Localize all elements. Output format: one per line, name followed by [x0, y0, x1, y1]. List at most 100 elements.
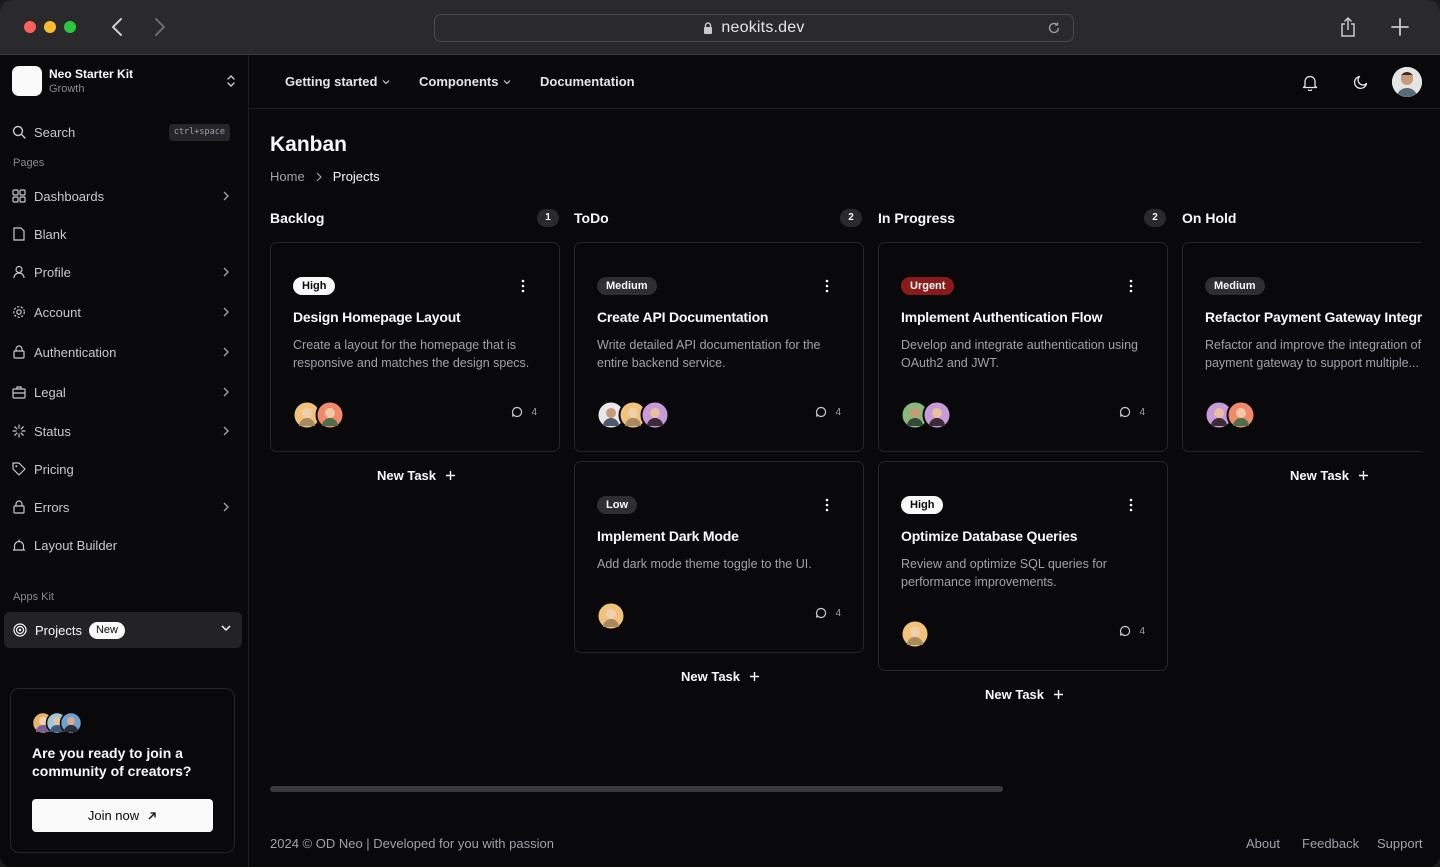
comment-count[interactable]: 4 [815, 607, 841, 619]
task-description: Develop and integrate authentication usi… [901, 338, 1138, 370]
sidebar-item-legal[interactable]: Legal [12, 380, 234, 404]
address-bar[interactable]: neokits.dev [434, 14, 1074, 42]
sidebar-search[interactable]: Search ctrl+space [12, 121, 232, 143]
task-title: Refactor Payment Gateway Integration [1205, 309, 1422, 325]
footer-about-link[interactable]: About [1246, 836, 1280, 851]
sidebar-item-label: Projects [35, 622, 82, 638]
more-vertical-icon[interactable] [1129, 498, 1133, 512]
nav-documentation[interactable]: Documentation [540, 74, 635, 89]
bell-icon[interactable] [1299, 71, 1321, 93]
sidebar-item-label: Profile [34, 264, 71, 280]
assignee-avatars [596, 400, 677, 430]
share-icon[interactable] [1337, 16, 1359, 38]
task-description: Add dark mode theme toggle to the UI. [597, 557, 812, 571]
task-card[interactable]: Low Implement Dark Mode Add dark mode th… [574, 461, 864, 653]
search-label: Search [34, 124, 76, 140]
new-tab-icon[interactable] [1389, 16, 1411, 38]
comment-icon [1120, 625, 1131, 637]
chevron-right-icon [223, 267, 229, 277]
new-task-button[interactable]: New Task [985, 687, 1064, 702]
sidebar-item-blank[interactable]: Blank [12, 222, 234, 246]
breadcrumb-home[interactable]: Home [270, 169, 305, 184]
chevron-right-icon [223, 387, 229, 397]
join-now-button[interactable]: Join now [32, 799, 213, 832]
forward-arrow-icon[interactable] [148, 15, 172, 39]
priority-badge: High [293, 277, 336, 295]
new-task-label: New Task [681, 669, 741, 684]
comment-count[interactable]: 4 [1119, 625, 1145, 637]
plus-icon [1054, 690, 1064, 699]
horizontal-scrollbar[interactable] [270, 786, 1003, 792]
reload-icon[interactable] [1047, 21, 1061, 35]
moon-icon[interactable] [1350, 71, 1372, 93]
comment-icon [512, 406, 523, 418]
footer-copyright: 2024 © OD Neo | Developed for you with p… [270, 836, 554, 851]
more-vertical-icon[interactable] [825, 498, 829, 512]
task-title: Create API Documentation [597, 309, 769, 325]
back-arrow-icon[interactable] [105, 15, 129, 39]
task-card[interactable]: Medium Create API Documentation Write de… [574, 242, 864, 452]
column-title: ToDo [574, 210, 609, 226]
more-vertical-icon[interactable] [825, 279, 829, 293]
sidebar-item-label: Account [34, 304, 81, 320]
nav-getting-started[interactable]: Getting started [285, 74, 390, 89]
user-avatar[interactable] [1392, 67, 1422, 97]
sidebar-item-status[interactable]: Status [12, 419, 234, 443]
task-card[interactable]: High Optimize Database Queries Review an… [878, 461, 1168, 671]
chevron-right-icon [223, 502, 229, 512]
chevron-down-icon [383, 79, 390, 84]
sidebar-item-errors[interactable]: Errors [12, 495, 234, 519]
new-task-button[interactable]: New Task [377, 468, 456, 483]
task-card[interactable]: Medium Refactor Payment Gateway Integrat… [1182, 242, 1422, 452]
sidebar-item-authentication[interactable]: Authentication [12, 340, 234, 364]
footer-feedback-link[interactable]: Feedback [1302, 836, 1359, 851]
task-description: Refactor and improve the integration of … [1205, 338, 1422, 370]
sidebar-item-dashboards[interactable]: Dashboards [12, 184, 234, 208]
sidebar-item-profile[interactable]: Profile [12, 260, 234, 284]
comment-count[interactable]: 4 [511, 406, 537, 418]
close-window-button[interactable] [24, 21, 36, 33]
chevrons-up-down-icon [227, 75, 235, 87]
column-title: Backlog [270, 210, 325, 226]
sidebar-item-account[interactable]: Account [12, 300, 234, 324]
chevron-down-icon [504, 79, 511, 84]
chevron-right-icon [316, 172, 322, 181]
footer-support-link[interactable]: Support [1377, 836, 1423, 851]
maximize-window-button[interactable] [64, 21, 76, 33]
task-card[interactable]: Urgent Implement Authentication Flow Dev… [878, 242, 1168, 452]
minimize-window-button[interactable] [44, 21, 56, 33]
brand-plan: Growth [49, 83, 85, 95]
task-description: Write detailed API documentation for the… [597, 338, 821, 370]
team-switcher[interactable]: Neo Starter Kit Growth [12, 66, 242, 98]
new-task-button[interactable]: New Task [1290, 468, 1369, 483]
comment-count-value: 4 [835, 607, 841, 619]
target-icon [13, 623, 27, 637]
sidebar-item-pricing[interactable]: Pricing [12, 457, 234, 481]
priority-badge: Medium [1205, 277, 1265, 295]
new-task-label: New Task [1290, 468, 1350, 483]
column-title: In Progress [878, 210, 956, 226]
browser-window: neokits.dev Neo Starter Kit Growth Searc… [0, 0, 1440, 867]
comment-count[interactable]: 4 [815, 406, 841, 418]
priority-badge: Urgent [901, 277, 955, 295]
sidebar-item-projects[interactable]: Projects New [4, 612, 242, 648]
comment-count[interactable]: 4 [1119, 406, 1145, 418]
plus-icon [750, 672, 760, 681]
column-title: On Hold [1182, 210, 1237, 226]
brand-name: Neo Starter Kit [49, 67, 134, 81]
more-vertical-icon[interactable] [521, 279, 525, 293]
new-task-button[interactable]: New Task [681, 669, 760, 684]
sidebar-item-label: Status [34, 423, 71, 439]
nav-label: Documentation [540, 74, 635, 89]
join-now-label: Join now [87, 808, 140, 823]
sidebar: Neo Starter Kit Growth Search ctrl+space… [0, 55, 249, 867]
task-card[interactable]: High Design Homepage Layout Create a lay… [270, 242, 560, 452]
column-header-backlog: Backlog 1 [270, 209, 560, 229]
sidebar-item-layout-builder[interactable]: Layout Builder [12, 533, 234, 557]
url-text: neokits.dev [721, 19, 805, 36]
task-title: Optimize Database Queries [901, 528, 1078, 544]
comment-count-value: 4 [1139, 406, 1145, 418]
nav-components[interactable]: Components [419, 74, 511, 89]
assignee-avatars [900, 619, 931, 649]
more-vertical-icon[interactable] [1129, 279, 1133, 293]
